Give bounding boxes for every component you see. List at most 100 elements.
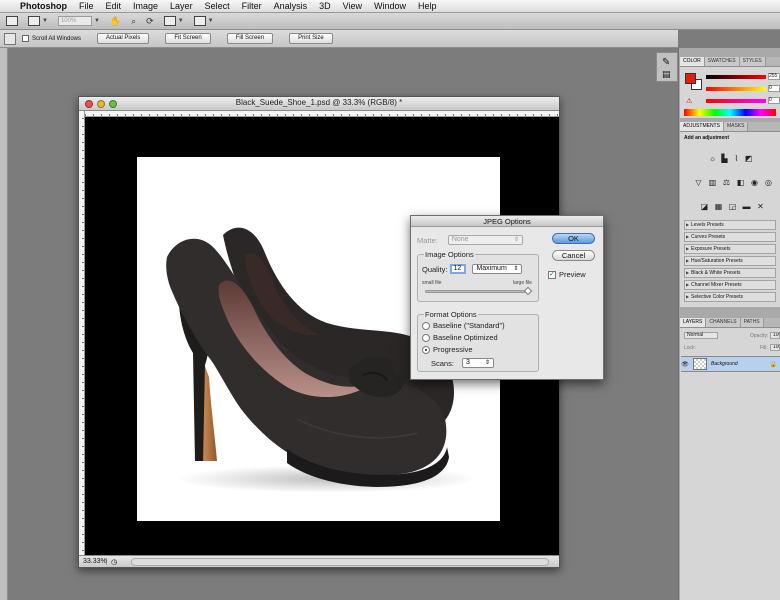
zoom-tool-button[interactable]: ⌕ [131, 16, 136, 27]
zoom-percentage-field[interactable]: 33.33% [79, 558, 107, 565]
view-extras-button[interactable]: ▼ [28, 16, 48, 26]
small-file-label: small file [422, 280, 442, 286]
posterize-icon[interactable]: ▦ [714, 202, 723, 211]
menu-analysis[interactable]: Analysis [268, 1, 314, 11]
tab-adjustments[interactable]: ADJUSTMENTS [680, 122, 724, 131]
zoom-level-dropdown[interactable]: 100% ▼ [57, 16, 100, 26]
menu-view[interactable]: View [337, 1, 368, 11]
red-value[interactable]: 255 [768, 73, 780, 80]
channel-mixer-icon[interactable]: ◎ [764, 178, 773, 187]
exposure-icon[interactable]: ◩ [744, 154, 753, 163]
selective-color-icon[interactable]: ✕ [756, 202, 765, 211]
fill-screen-button[interactable]: Fill Screen [226, 33, 274, 44]
tab-color[interactable]: COLOR [680, 57, 705, 66]
radio-icon [422, 321, 430, 330]
menu-select[interactable]: Select [199, 1, 236, 11]
document-title-bar[interactable]: Black_Suede_Shoe_1.psd @ 33.3% (RGB/8) * [79, 97, 559, 111]
black-white-presets[interactable]: Black & White Presets [684, 268, 776, 278]
layers-panel: Normal Opacity: 100 Lock: Fill: 100 👁 Ba… [680, 327, 780, 600]
selective-color-presets[interactable]: Selective Color Presets [684, 292, 776, 302]
menu-edit[interactable]: Edit [100, 1, 128, 11]
clone-source-icon[interactable]: ▤ [662, 69, 671, 80]
tab-masks[interactable]: MASKS [723, 122, 749, 131]
gamut-warning-icon: ⚠ [686, 98, 693, 105]
tab-paths[interactable]: PATHS [740, 318, 764, 327]
scroll-all-windows-checkbox[interactable]: Scroll All Windows [22, 35, 81, 42]
arrange-icon [163, 16, 176, 26]
menu-help[interactable]: Help [412, 1, 443, 11]
levels-icon[interactable]: ▙ [720, 154, 729, 163]
cancel-button[interactable]: Cancel [552, 250, 595, 261]
exposure-presets[interactable]: Exposure Presets [684, 244, 776, 254]
green-slider[interactable] [706, 87, 766, 91]
tab-layers[interactable]: LAYERS [680, 318, 707, 327]
menu-3d[interactable]: 3D [313, 1, 337, 11]
layer-row-background[interactable]: 👁 Background 🔒 [681, 356, 780, 372]
invert-icon[interactable]: ◪ [700, 202, 709, 211]
brightness-icon[interactable]: ☼ [708, 154, 717, 163]
rotate-view-button[interactable]: ⟳ [146, 16, 154, 27]
foreground-color-swatch[interactable] [685, 73, 696, 84]
menu-file[interactable]: File [73, 1, 100, 11]
format-option-baseline-optimized[interactable]: Baseline Optimized [422, 333, 498, 342]
chevron-down-icon: ▼ [93, 18, 100, 24]
red-slider[interactable] [706, 75, 766, 79]
green-value[interactable]: 0 [768, 85, 780, 92]
horizontal-ruler[interactable] [85, 111, 559, 117]
black-white-icon[interactable]: ◧ [736, 178, 745, 187]
blend-mode-dropdown[interactable]: Normal [684, 332, 718, 339]
actual-pixels-button[interactable]: Actual Pixels [97, 33, 150, 44]
color-panel-tabs: COLOR SWATCHES STYLES [680, 57, 780, 66]
tab-channels[interactable]: CHANNELS [706, 318, 741, 327]
curves-presets[interactable]: Curves Presets [684, 232, 776, 242]
curves-icon[interactable]: ⌇ [732, 154, 741, 163]
menu-image[interactable]: Image [127, 1, 164, 11]
levels-presets[interactable]: Levels Presets [684, 220, 776, 230]
quality-input[interactable]: 12 [450, 264, 467, 274]
bridge-button[interactable] [6, 16, 18, 26]
threshold-icon[interactable]: ◲ [728, 202, 737, 211]
photo-filter-icon[interactable]: ◉ [750, 178, 759, 187]
brush-preset-icon[interactable]: ✎ [662, 57, 670, 68]
screen-mode-button[interactable]: ▼ [193, 16, 214, 26]
color-panel: ⚠ 255 0 0 [680, 66, 780, 118]
menu-photoshop[interactable]: Photoshop [14, 1, 73, 11]
tab-swatches[interactable]: SWATCHES [704, 57, 740, 66]
hue-saturation-icon[interactable]: ▥ [708, 178, 717, 187]
fit-screen-button[interactable]: Fit Screen [165, 33, 211, 44]
menu-window[interactable]: Window [368, 1, 412, 11]
dialog-title: JPEG Options [411, 216, 603, 227]
format-option-baseline-standard[interactable]: Baseline ("Standard") [422, 321, 505, 330]
menu-filter[interactable]: Filter [236, 1, 268, 11]
quality-preset-dropdown[interactable]: Maximum ⇕ [472, 264, 523, 274]
quality-slider-track[interactable] [425, 290, 529, 293]
channel-mixer-presets[interactable]: Channel Mixer Presets [684, 280, 776, 290]
ok-button[interactable]: OK [552, 233, 595, 244]
arrange-documents-button[interactable]: ▼ [163, 16, 184, 26]
matte-dropdown[interactable]: None ⇕ [447, 235, 523, 245]
menu-layer[interactable]: Layer [164, 1, 199, 11]
chevron-down-icon: ▼ [207, 18, 214, 24]
tool-preset-picker[interactable] [4, 32, 16, 45]
hand-tool-button[interactable]: ✋ [110, 16, 121, 27]
vibrance-icon[interactable]: ▽ [694, 178, 703, 187]
blue-value[interactable]: 0 [768, 97, 780, 104]
horizontal-scrollbar[interactable] [131, 557, 549, 566]
scans-dropdown[interactable]: 3 ⇕ [461, 358, 494, 368]
preview-checkbox[interactable]: ✓ Preview [548, 270, 586, 279]
opacity-field[interactable]: 100 [770, 332, 780, 339]
tab-styles[interactable]: STYLES [739, 57, 766, 66]
status-menu-icon[interactable]: ◷ [107, 558, 121, 566]
vertical-ruler[interactable] [79, 111, 85, 555]
format-option-progressive[interactable]: Progressive [422, 345, 473, 354]
layer-thumbnail [693, 358, 707, 370]
fill-field[interactable]: 100 [770, 344, 780, 351]
gradient-map-icon[interactable]: ▬ [742, 202, 751, 211]
eye-icon[interactable]: 👁 [681, 361, 689, 368]
hue-saturation-presets[interactable]: Hue/Saturation Presets [684, 256, 776, 266]
color-balance-icon[interactable]: ⚖ [722, 178, 731, 187]
blue-slider[interactable] [706, 99, 766, 103]
print-size-button[interactable]: Print Size [289, 33, 333, 44]
opacity-label: Opacity: [750, 333, 769, 339]
color-ramp[interactable] [684, 109, 776, 116]
